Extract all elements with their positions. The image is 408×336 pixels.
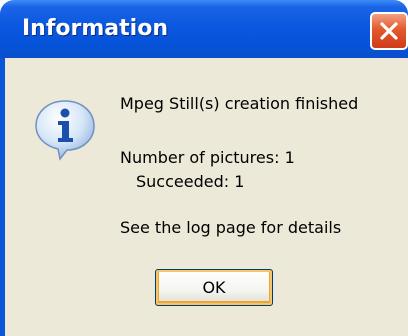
information-icon [35, 100, 95, 161]
dialog-title: Information [22, 16, 168, 41]
title-bar[interactable]: Information [0, 0, 408, 58]
close-button[interactable] [370, 12, 408, 50]
close-icon [380, 22, 398, 40]
message-line-status: Mpeg Still(s) creation finished [120, 94, 359, 113]
message-line-count: Number of pictures: 1 [120, 148, 295, 167]
message-line-details: See the log page for details [120, 218, 342, 237]
information-dialog: Information Mpeg Still(s) creation finis… [0, 0, 408, 336]
ok-button[interactable]: OK [155, 269, 273, 306]
ok-button-label: OK [202, 278, 226, 297]
message-line-succeeded: Succeeded: 1 [136, 172, 245, 191]
